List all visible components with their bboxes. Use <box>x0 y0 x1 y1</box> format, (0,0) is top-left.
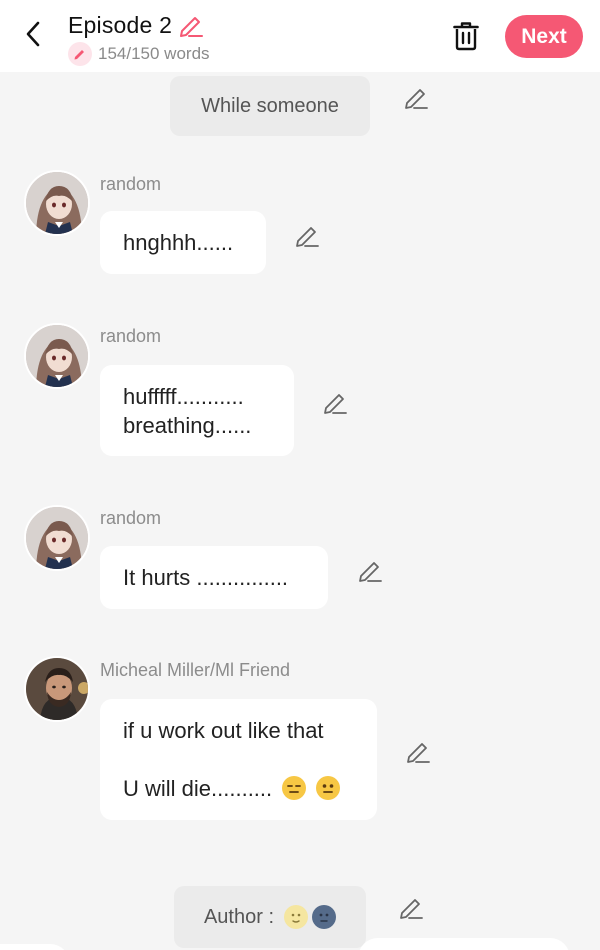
narration-text: While someone <box>201 94 339 117</box>
message-bubble[interactable]: hnghhh...... <box>100 211 266 274</box>
top-bar: Episode 2 154/150 words Next <box>0 0 600 72</box>
message-text <box>123 745 354 774</box>
moon-face-emoji-icon <box>284 905 309 929</box>
bottom-toolbar-button[interactable] <box>0 944 70 950</box>
bottom-toolbar-button[interactable] <box>358 938 570 950</box>
back-button[interactable] <box>16 16 52 52</box>
pencil-icon <box>324 394 347 414</box>
message-text: It hurts ............... <box>123 565 289 590</box>
pencil-icon <box>405 89 428 109</box>
message-text: if u work out like that <box>123 718 324 743</box>
edit-message-button[interactable] <box>357 557 383 583</box>
edit-message-button[interactable] <box>322 389 348 415</box>
narration-text: Author : <box>203 905 275 928</box>
message-text-with-emoji: U will die.......... <box>123 774 354 803</box>
message-bubble[interactable]: hufffff........... breathing...... <box>100 365 294 456</box>
word-count: 154/150 words <box>98 44 210 63</box>
pencil-icon <box>407 743 430 763</box>
edit-message-button[interactable] <box>405 738 431 764</box>
expressionless-face-emoji-icon <box>282 776 307 800</box>
trash-icon <box>453 22 479 51</box>
avatar-micheal-miller[interactable] <box>24 656 90 722</box>
episode-title: Episode 2 <box>68 11 173 38</box>
sender-name: Micheal Miller/Ml Friend <box>100 660 291 680</box>
message-bubble[interactable]: It hurts ............... <box>100 546 328 609</box>
avatar-random[interactable] <box>24 323 90 389</box>
edit-title-button[interactable] <box>178 12 204 38</box>
message-text: breathing...... <box>123 413 252 438</box>
pencil-icon <box>400 899 423 919</box>
narration-message[interactable]: Author : <box>174 886 366 948</box>
next-button[interactable]: Next <box>505 15 583 58</box>
edit-message-button[interactable] <box>398 894 424 920</box>
episode-title-area: Episode 2 154/150 words <box>68 10 210 66</box>
pencil-icon <box>359 562 382 582</box>
message-text: hufffff........... <box>123 384 244 409</box>
avatar-random[interactable] <box>24 170 90 236</box>
edit-message-button[interactable] <box>403 84 429 110</box>
delete-button[interactable] <box>448 18 484 54</box>
message-text: U will die.......... <box>123 776 273 801</box>
pencil-icon <box>296 227 319 247</box>
sender-name: random <box>100 174 162 194</box>
avatar-random[interactable] <box>24 505 90 571</box>
neutral-face-emoji-icon <box>316 776 341 800</box>
message-bubble[interactable]: if u work out like that U will die......… <box>100 699 377 820</box>
message-text: hnghhh...... <box>123 230 234 255</box>
pencil-icon <box>180 17 204 37</box>
edit-message-button[interactable] <box>294 222 320 248</box>
narration-message[interactable]: While someone <box>170 76 370 136</box>
word-count-pencil-icon <box>68 42 92 66</box>
chevron-left-icon <box>26 21 40 47</box>
sender-name: random <box>100 508 162 528</box>
new-moon-face-emoji-icon <box>312 905 337 929</box>
sender-name: random <box>100 326 162 346</box>
